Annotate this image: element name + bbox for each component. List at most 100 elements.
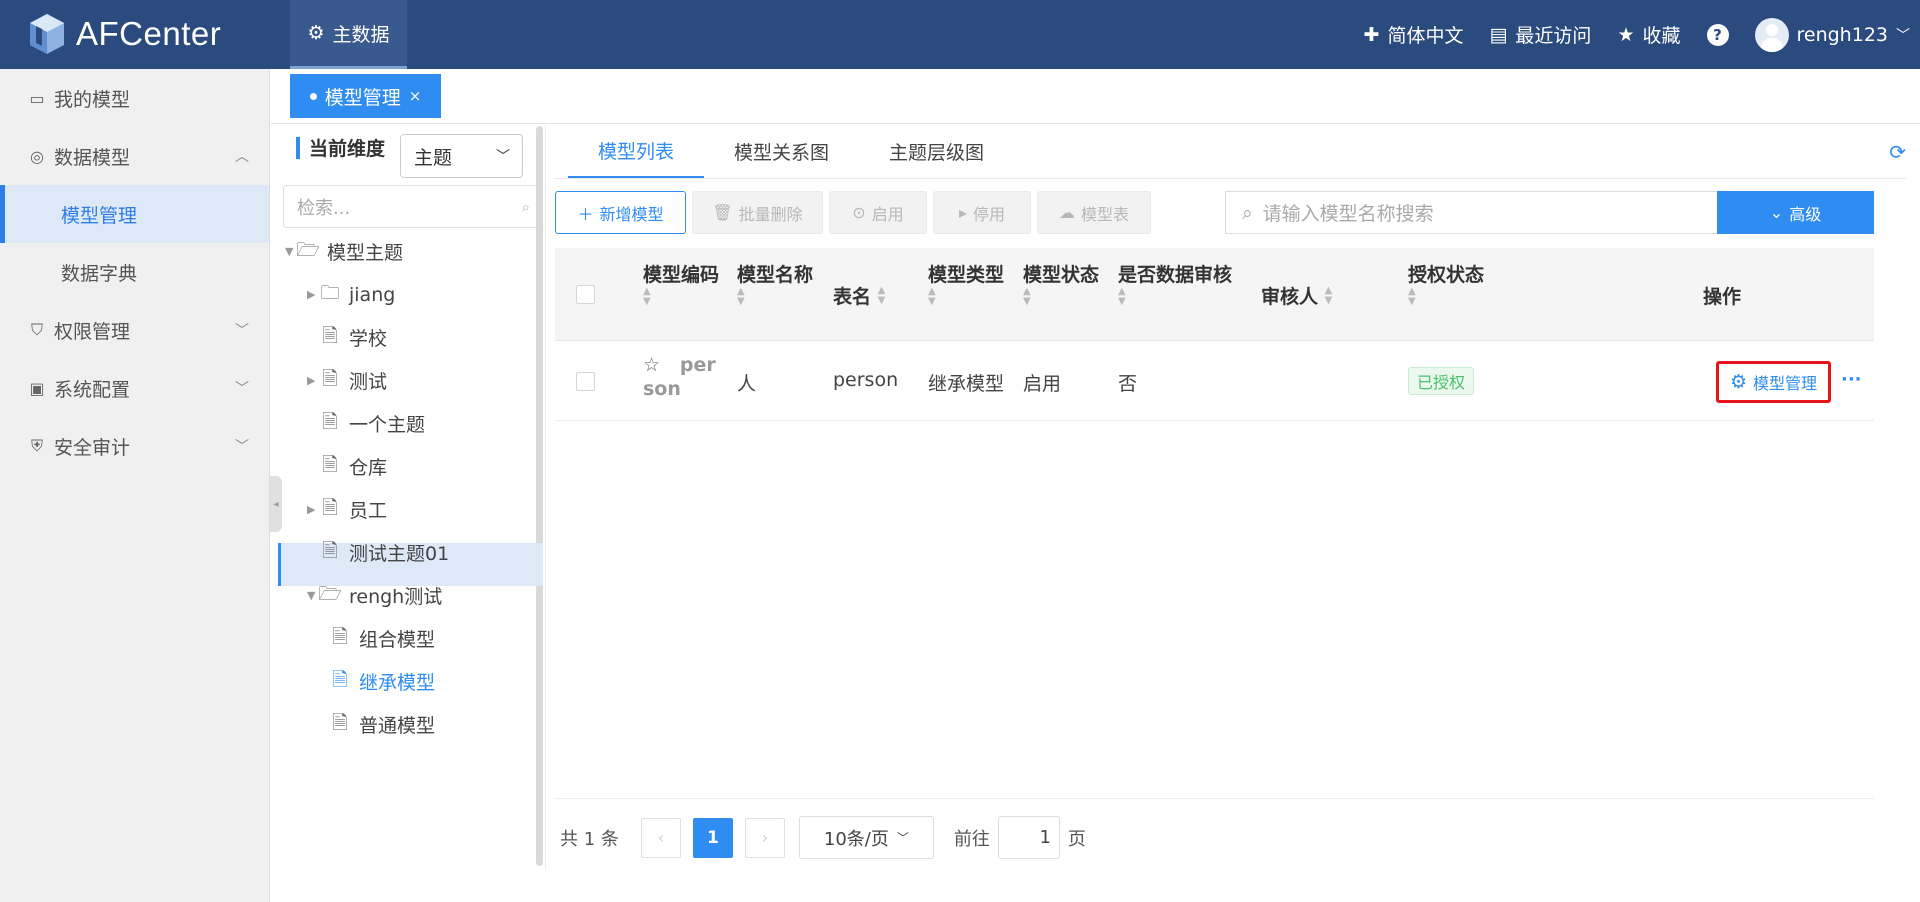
select-all-checkbox[interactable]	[576, 285, 595, 304]
sidebar-item-security-audit[interactable]: ⛨ 安全审计 ﹀	[0, 417, 269, 475]
tree-node-label: jiang	[349, 283, 396, 306]
model-manage-action[interactable]: ⚙ 模型管理	[1716, 361, 1831, 403]
col-label: 授权状态	[1408, 264, 1485, 286]
more-actions-icon[interactable]: ···	[1841, 369, 1862, 390]
sidebar-item-system-config[interactable]: ▣ 系统配置 ﹀	[0, 359, 269, 417]
tree-node-jiang[interactable]: ▶ 🗀 jiang	[307, 273, 395, 316]
sidebar-item-data-model[interactable]: ◎ 数据模型 ︿	[0, 127, 269, 185]
table-row[interactable]: ☆ per son 人 person 继承模型 启用 否 已授权 ⚙ 模型管理 …	[555, 341, 1874, 421]
tree-node-warehouse[interactable]: 🗎 仓库	[307, 445, 387, 488]
sidebar-item-permissions[interactable]: ⛉ 权限管理 ﹀	[0, 301, 269, 359]
tree-node-school[interactable]: 🗎 学校	[307, 316, 387, 359]
double-chevron-down-icon: ⌄	[1769, 203, 1784, 222]
username: rengh123	[1796, 23, 1889, 46]
page-number-current[interactable]: 1	[692, 817, 733, 858]
enable-button[interactable]: ⊙ 启用	[829, 191, 927, 234]
tab-model-list[interactable]: 模型列表	[568, 124, 705, 179]
col-label: 模型名称	[737, 264, 814, 286]
col-header-auth-status[interactable]: 授权状态 ▲ ▼	[1408, 260, 1484, 309]
sort-icon[interactable]: ▲ ▼	[928, 287, 936, 307]
favorites[interactable]: ★ 收藏	[1617, 21, 1680, 48]
sidebar-item-my-models[interactable]: ▭ 我的模型	[0, 69, 269, 127]
page-size-select[interactable]: 10条/页 ﹀	[798, 816, 934, 859]
sort-icon[interactable]: ▲ ▼	[643, 287, 651, 307]
col-header-auditor[interactable]: 审核人 ▲ ▼	[1261, 282, 1332, 309]
batch-delete-button[interactable]: 🗑 批量删除	[692, 191, 823, 234]
tree-node-composite-model[interactable]: 🗎 组合模型	[331, 617, 435, 660]
wallet-icon: ▭	[29, 88, 45, 108]
sort-icon[interactable]: ▲ ▼	[878, 286, 886, 306]
tree-node-test-theme-01[interactable]: 🗎 测试主题01	[307, 531, 449, 574]
tab-model-relation[interactable]: 模型关系图	[704, 124, 859, 179]
sort-icon[interactable]: ▲ ▼	[737, 287, 745, 307]
col-label: 是否数据审核	[1118, 264, 1233, 286]
user-menu[interactable]: rengh123 ﹀	[1754, 17, 1910, 52]
document-icon: 🗎	[322, 539, 338, 562]
tree-node-plain-model[interactable]: 🗎 普通模型	[331, 703, 435, 746]
app-name: AFCenter	[76, 15, 222, 52]
col-header-actions: 操作	[1703, 286, 1742, 308]
sort-icon[interactable]: ▲ ▼	[1118, 287, 1126, 307]
active-dot-icon	[309, 92, 317, 100]
accent-bar	[296, 136, 300, 159]
dimension-select[interactable]: 主题 ﹀	[400, 134, 523, 178]
tab-model-management[interactable]: 模型管理 ×	[290, 74, 441, 118]
col-header-table-name[interactable]: 表名 ▲ ▼	[833, 282, 885, 309]
prev-page-button[interactable]: ‹	[640, 817, 681, 858]
next-page-button[interactable]: ›	[744, 817, 785, 858]
caret-right-icon: ▶	[307, 503, 316, 516]
tree-scrollbar[interactable]	[536, 126, 543, 866]
document-icon: 🗎	[332, 668, 348, 691]
col-label: 表名	[833, 286, 872, 308]
sort-icon[interactable]: ▲ ▼	[1325, 286, 1333, 306]
model-search-input[interactable]: ⌕ 请输入模型名称搜索	[1225, 191, 1717, 234]
tree-node-inherit-model[interactable]: 🗎 继承模型	[331, 660, 435, 703]
pagination: 共 1 条 ‹ 1 › 10条/页 ﹀ 前往 1 页	[560, 816, 1086, 859]
tree-search-input[interactable]: 检索... ⌕	[283, 185, 539, 228]
col-header-data-audit[interactable]: 是否数据审核 ▲ ▼	[1118, 260, 1232, 309]
row-checkbox[interactable]	[576, 372, 595, 391]
col-header-model-type[interactable]: 模型类型 ▲ ▼	[928, 260, 1004, 309]
page-size-value: 10条/页	[823, 828, 889, 850]
tree-node-label: 仓库	[349, 457, 388, 479]
col-header-model-name[interactable]: 模型名称 ▲ ▼	[737, 260, 813, 309]
tree-node-model-theme[interactable]: ▼ 🗁 模型主题	[285, 230, 403, 273]
language-switch[interactable]: ✚ 简体中文	[1364, 21, 1464, 48]
nav-master-data[interactable]: ⚙ 主数据	[290, 0, 407, 69]
disable-label: 停用	[973, 204, 1006, 224]
tree-node-test[interactable]: ▶ 🗎 测试	[307, 359, 387, 402]
logo-mark-icon	[30, 14, 64, 54]
sidebar: ▭ 我的模型 ◎ 数据模型 ︿ 模型管理 数据字典 ⛉ 权限管理 ﹀ ▣ 系统配…	[0, 69, 270, 902]
language-label: 简体中文	[1387, 25, 1464, 47]
refresh-icon[interactable]: ⟳	[1889, 140, 1906, 164]
sort-icon[interactable]: ▲ ▼	[1023, 287, 1031, 307]
tree-node-a-theme[interactable]: 🗎 一个主题	[307, 402, 425, 445]
disable-button[interactable]: ▸ 停用	[933, 191, 1031, 234]
tree-node-label: 一个主题	[349, 414, 426, 436]
help-icon[interactable]: ?	[1706, 23, 1729, 46]
tree-node-label: rengh测试	[349, 586, 443, 608]
security-icon: ⛨	[30, 436, 43, 455]
goto-page-input[interactable]: 1	[997, 816, 1060, 859]
close-icon[interactable]: ×	[409, 87, 422, 105]
advanced-search-button[interactable]: ⌄ 高级	[1717, 191, 1874, 234]
add-model-button[interactable]: ＋ 新增模型	[555, 191, 686, 234]
star-outline-icon[interactable]: ☆	[643, 354, 660, 376]
recent-visits[interactable]: ▤ 最近访问	[1489, 21, 1591, 48]
chip-icon: ▣	[29, 378, 45, 398]
tree-node-label: 测试主题01	[349, 543, 450, 565]
col-header-model-status[interactable]: 模型状态 ▲ ▼	[1023, 260, 1099, 309]
tree-node-employee[interactable]: ▶ 🗎 员工	[307, 488, 387, 531]
sort-icon[interactable]: ▲ ▼	[1408, 287, 1416, 307]
app-logo[interactable]: AFCenter	[28, 12, 221, 56]
tree-node-rengh-test[interactable]: ▼ 🗁 rengh测试	[307, 574, 442, 617]
sidebar-item-model-management[interactable]: 模型管理	[0, 185, 269, 243]
chevron-down-icon: ﹀	[896, 831, 909, 845]
tree-node-label: 模型主题	[327, 242, 404, 264]
chevron-up-icon: ︿	[235, 149, 249, 165]
sidebar-item-data-dictionary[interactable]: 数据字典	[0, 243, 269, 301]
sidebar-item-label: 数据模型	[54, 146, 131, 169]
model-table-button[interactable]: ☁ 模型表	[1037, 191, 1151, 234]
col-header-model-code[interactable]: 模型编码 ▲ ▼	[643, 260, 719, 309]
tab-theme-hierarchy[interactable]: 主题层级图	[859, 124, 1014, 179]
